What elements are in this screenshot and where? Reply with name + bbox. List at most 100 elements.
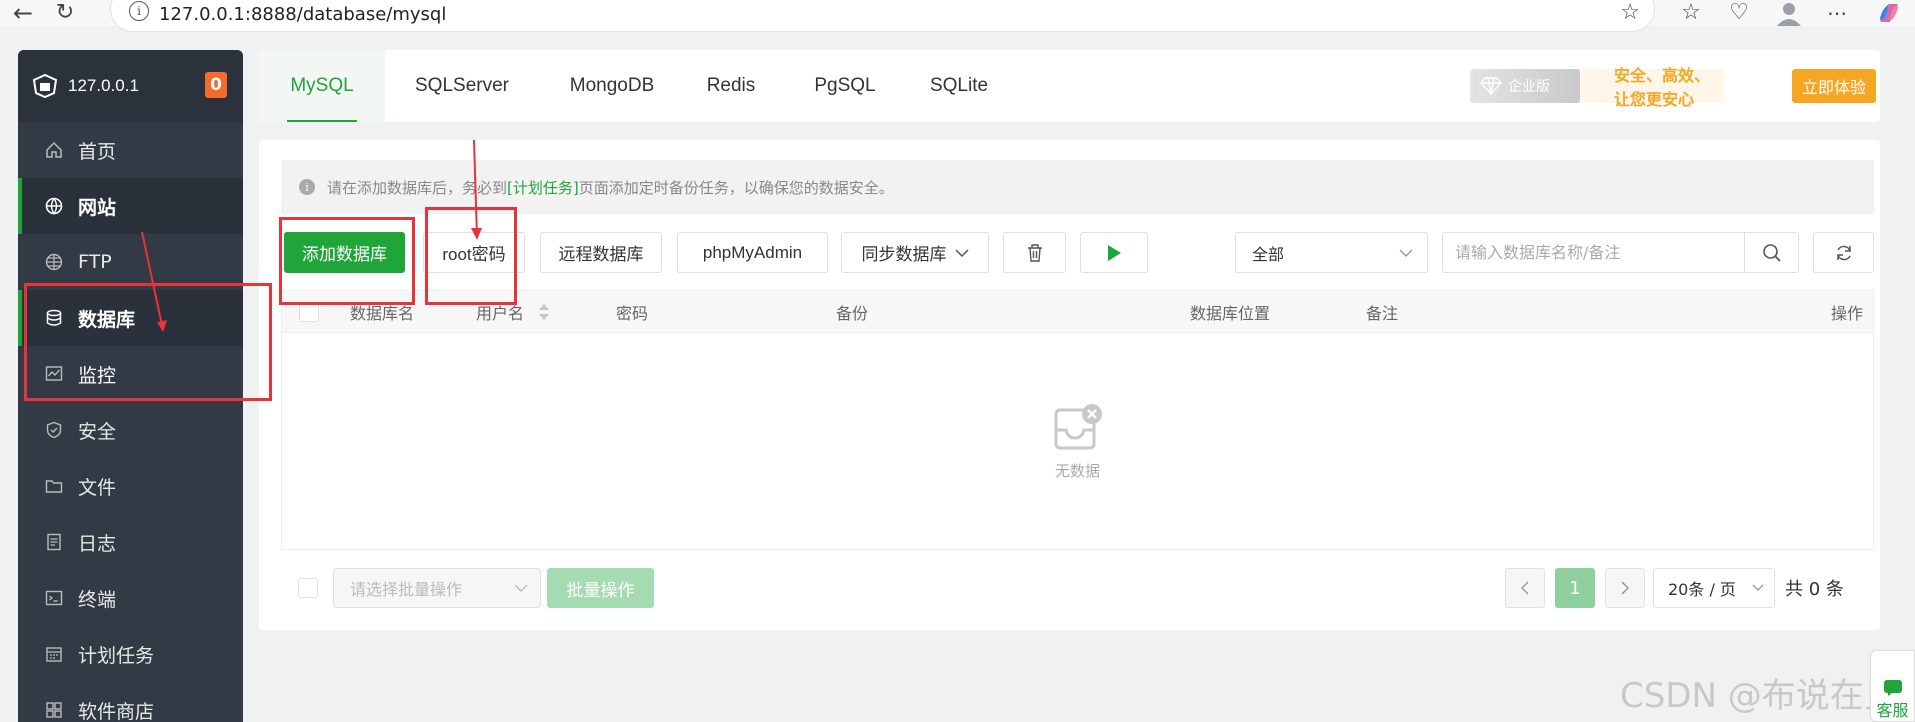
sidebar-item-label: 日志 (78, 532, 117, 555)
page-size-select[interactable]: 20条 / 页 (1653, 568, 1775, 608)
sidebar-item-home[interactable]: 首页 (18, 122, 243, 178)
sync-database-button[interactable]: 同步数据库 (841, 232, 989, 273)
logo-icon (32, 73, 58, 99)
root-password-button[interactable]: root密码 (423, 232, 525, 273)
terminal-icon (44, 588, 64, 608)
table-header: 数据库名 用户名 密码 备份 数据库位置 备注 操作 (282, 291, 1873, 333)
sidebar-item-label: 网站 (78, 196, 117, 219)
sidebar-item-files[interactable]: 文件 (18, 458, 243, 514)
select-all-checkbox[interactable] (299, 291, 319, 333)
chevron-down-icon (1399, 248, 1413, 258)
tab-pgsql[interactable]: PgSQL (795, 50, 895, 122)
sidebar-item-label: 计划任务 (78, 644, 155, 667)
total-count: 共 0 条 (1785, 579, 1844, 600)
chat-icon (1883, 679, 1903, 697)
batch-operation-select[interactable]: 请选择批量操作 (333, 568, 541, 608)
globe-grid-icon (44, 252, 64, 272)
cron-link[interactable]: [计划任务] (507, 177, 579, 198)
tab-mysql[interactable]: MySQL (259, 50, 385, 122)
trash-icon (1026, 243, 1044, 263)
tab-redis[interactable]: Redis (681, 50, 781, 122)
db-type-tabs: MySQL SQLServer MongoDB Redis PgSQL SQLi… (259, 50, 1880, 122)
sidebar-item-security[interactable]: 安全 (18, 402, 243, 458)
col-db-location: 数据库位置 (1190, 304, 1271, 323)
sidebar: 127.0.0.1 0 首页 网站 FTP 数据库 监控 安全 文件 日志 终端… (18, 50, 243, 722)
enterprise-slogan[interactable]: 安全、高效、让您更安心 (1564, 66, 1724, 109)
batch-operation-button[interactable]: 批量操作 (547, 568, 654, 608)
sidebar-item-website[interactable]: 网站 (18, 178, 243, 234)
play-icon (1106, 244, 1122, 262)
database-panel: i 请在添加数据库后，务必到 [计划任务] 页面添加定时备份任务，以确保您的数据… (259, 140, 1880, 630)
empty-state: 无数据 (282, 333, 1873, 549)
url-text: 127.0.0.1:8888/database/mysql (159, 4, 447, 25)
start-button[interactable] (1080, 232, 1148, 273)
search-icon (1762, 243, 1782, 263)
sidebar-item-terminal[interactable]: 终端 (18, 570, 243, 626)
chevron-left-icon (1520, 581, 1530, 595)
search-input[interactable] (1443, 233, 1745, 272)
sidebar-item-label: 文件 (78, 476, 117, 499)
address-bar[interactable]: i 127.0.0.1:8888/database/mysql ☆ (110, 0, 1655, 32)
prev-page-button[interactable] (1505, 568, 1545, 608)
sidebar-item-ftp[interactable]: FTP (18, 234, 243, 290)
sidebar-item-label: 软件商店 (78, 700, 155, 722)
enterprise-badge: 企业版 (1470, 69, 1580, 103)
health-icon[interactable]: ♡ (1724, 0, 1754, 26)
add-database-button[interactable]: 添加数据库 (284, 232, 405, 273)
table-footer: 请选择批量操作 批量操作 1 20条 / 页 共 0 条 (281, 568, 1874, 608)
home-icon (44, 140, 64, 160)
more-menu-icon[interactable]: ⋯ (1822, 0, 1852, 26)
sidebar-item-label: 监控 (78, 364, 117, 387)
col-username[interactable]: 用户名 (476, 291, 550, 333)
search-box (1442, 232, 1799, 273)
next-page-button[interactable] (1605, 568, 1645, 608)
server-host: 127.0.0.1 (68, 76, 139, 95)
profile-avatar[interactable] (1774, 0, 1804, 26)
tab-sqlserver[interactable]: SQLServer (399, 50, 525, 122)
sidebar-item-logs[interactable]: 日志 (18, 514, 243, 570)
empty-text: 无数据 (1054, 461, 1100, 480)
try-now-button[interactable]: 立即体验 (1792, 69, 1876, 103)
chevron-right-icon (1620, 581, 1630, 595)
chevron-down-icon (514, 583, 528, 593)
filter-select[interactable]: 全部 (1235, 232, 1428, 273)
sidebar-item-monitor[interactable]: 监控 (18, 346, 243, 402)
sidebar-item-label: 终端 (78, 588, 117, 611)
back-arrow-icon[interactable]: ← (8, 0, 38, 26)
apps-icon (44, 700, 64, 720)
tab-mongodb[interactable]: MongoDB (549, 50, 675, 122)
log-icon (44, 532, 64, 552)
col-db-name: 数据库名 (350, 304, 415, 323)
favorites-icon[interactable]: ☆ (1676, 0, 1706, 26)
refresh-icon (1835, 244, 1853, 262)
empty-box-icon (1052, 402, 1104, 454)
reload-icon[interactable]: ↻ (50, 0, 80, 26)
monitor-icon (44, 364, 64, 384)
sidebar-item-store[interactable]: 软件商店 (18, 682, 243, 722)
globe-icon (44, 196, 64, 216)
chevron-down-icon (1752, 584, 1764, 592)
notification-badge[interactable]: 0 (205, 72, 227, 98)
delete-button[interactable] (1003, 232, 1066, 273)
phpmyadmin-button[interactable]: phpMyAdmin (677, 232, 828, 273)
browser-toolbar: ← ↻ i 127.0.0.1:8888/database/mysql ☆ ☆ … (0, 0, 1915, 32)
search-button[interactable] (1744, 233, 1798, 272)
refresh-button[interactable] (1813, 232, 1874, 273)
tab-sqlite[interactable]: SQLite (909, 50, 1009, 122)
col-backup: 备份 (836, 304, 869, 323)
remote-database-button[interactable]: 远程数据库 (540, 232, 662, 273)
col-remark: 备注 (1366, 304, 1399, 323)
folder-icon (44, 476, 64, 496)
chevron-down-icon (954, 248, 969, 258)
copilot-icon[interactable] (1874, 0, 1904, 26)
info-icon: i (299, 179, 315, 195)
sidebar-item-label: 数据库 (78, 308, 136, 331)
col-actions: 操作 (1830, 304, 1863, 323)
batch-checkbox[interactable] (298, 578, 318, 598)
sidebar-item-database[interactable]: 数据库 (18, 290, 243, 346)
star-icon[interactable]: ☆ (1620, 0, 1640, 25)
customer-service-tab[interactable]: 客服 (1870, 650, 1915, 722)
sidebar-item-cron[interactable]: 计划任务 (18, 626, 243, 682)
page-1-button[interactable]: 1 (1555, 568, 1595, 608)
site-info-icon[interactable]: i (129, 1, 149, 21)
